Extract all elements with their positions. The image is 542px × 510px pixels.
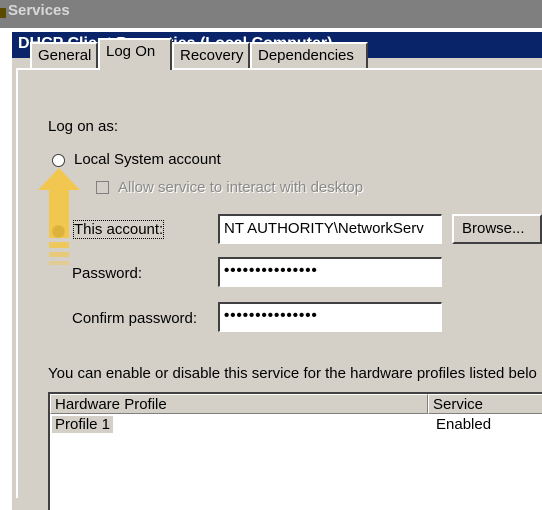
tab-log-on-label: Log On (106, 43, 156, 60)
tab-dependencies-label: Dependencies (258, 47, 354, 64)
services-window-title: Services (8, 2, 70, 19)
tab-recovery-label: Recovery (180, 47, 244, 64)
log-on-panel (16, 68, 542, 498)
services-window-titlebar: Services (0, 0, 542, 28)
tab-dependencies[interactable]: Dependencies (250, 42, 368, 68)
services-icon (0, 8, 6, 18)
tab-general[interactable]: General (30, 42, 98, 68)
tab-recovery[interactable]: Recovery (172, 42, 250, 68)
tab-general-label: General (38, 47, 92, 64)
tab-log-on[interactable]: Log On (98, 38, 172, 70)
up-arrow-icon (38, 168, 80, 265)
